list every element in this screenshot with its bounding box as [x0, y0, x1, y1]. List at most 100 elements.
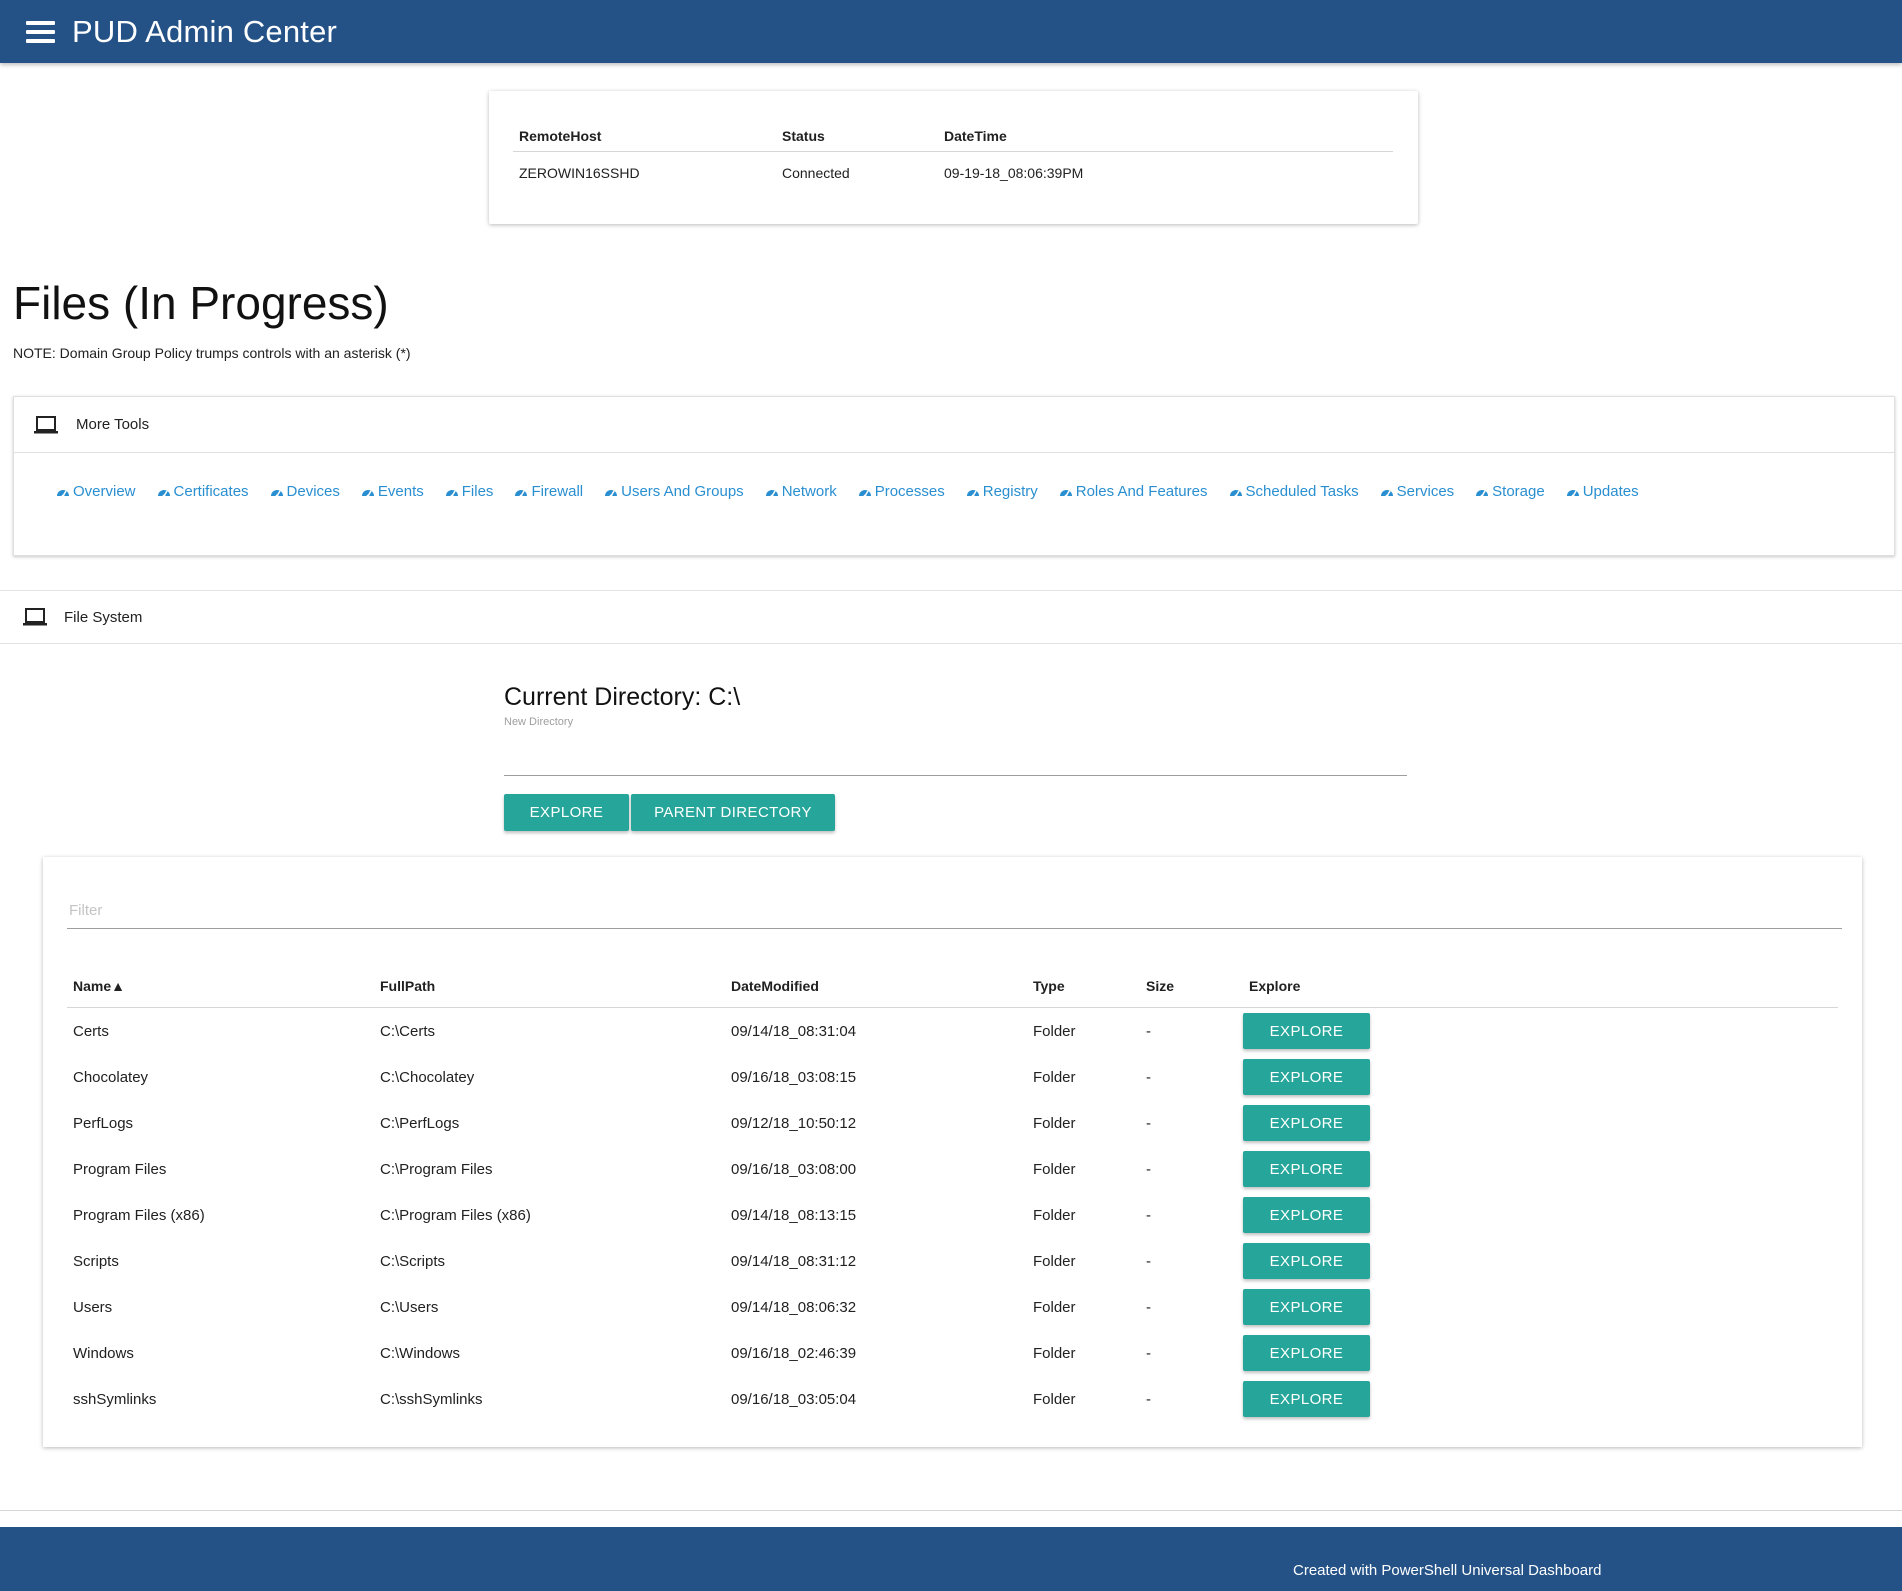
filter-input[interactable]: [67, 892, 1842, 929]
tool-link-firewall[interactable]: Firewall: [514, 483, 583, 500]
footer-credit: Created with PowerShell Universal Dashbo…: [1293, 1562, 1602, 1579]
file-system-title: File System: [64, 608, 143, 626]
table-row: ZEROWIN16SSHD Connected 09-19-18_08:06:3…: [513, 152, 1393, 195]
tool-link-users-and-groups[interactable]: Users And Groups: [604, 483, 744, 500]
dashboard-gauge-icon: [270, 489, 283, 497]
tool-link-storage[interactable]: Storage: [1475, 483, 1545, 500]
table-row: Windows C:\Windows 09/16/18_02:46:39 Folder…: [67, 1330, 1838, 1376]
date-modified-cell: 09/14/18_08:06:32: [731, 1298, 857, 1316]
status-cell: Connected: [782, 165, 850, 181]
explore-cell: EXPLORE: [1243, 1330, 1838, 1376]
app-title: PUD Admin Center: [72, 13, 338, 49]
fullpath-cell: C:\sshSymlinks: [380, 1390, 483, 1408]
fullpath-cell: C:\Program Files (x86): [380, 1206, 531, 1224]
dashboard-gauge-icon: [1476, 489, 1489, 497]
tool-link-network[interactable]: Network: [765, 483, 837, 500]
tool-link-files[interactable]: Files: [445, 483, 494, 500]
date-modified-cell: 09/16/18_03:08:00: [731, 1160, 857, 1178]
tool-link-label: Updates: [1582, 483, 1639, 500]
dashboard-gauge-icon: [1566, 489, 1579, 497]
date-modified-cell: 09/14/18_08:31:04: [731, 1022, 857, 1040]
dashboard-gauge-icon: [966, 489, 979, 497]
row-explore-button[interactable]: EXPLORE: [1243, 1289, 1370, 1325]
dashboard-gauge-icon: [515, 489, 528, 497]
type-cell: Folder: [1033, 1206, 1076, 1224]
tool-link-devices[interactable]: Devices: [270, 483, 340, 500]
dashboard-gauge-icon: [765, 489, 778, 497]
explore-cell: EXPLORE: [1243, 1054, 1838, 1100]
tool-link-events[interactable]: Events: [361, 483, 424, 500]
tool-link-label: Certificates: [173, 483, 249, 500]
date-modified-cell: 09/12/18_10:50:12: [731, 1114, 857, 1132]
parent-directory-button[interactable]: PARENT DIRECTORY: [631, 794, 835, 831]
tool-link-scheduled-tasks[interactable]: Scheduled Tasks: [1229, 483, 1359, 500]
explore-cell: EXPLORE: [1243, 1192, 1838, 1238]
name-cell: Program Files (x86): [73, 1206, 205, 1224]
size-cell: -: [1146, 1252, 1151, 1270]
new-directory-input[interactable]: [504, 735, 1407, 776]
tool-link-label: Files: [461, 483, 494, 500]
fullpath-cell: C:\Program Files: [380, 1160, 493, 1178]
name-cell: PerfLogs: [73, 1114, 134, 1132]
column-header-fullpath[interactable]: FullPath: [374, 964, 725, 1008]
tool-link-services[interactable]: Services: [1380, 483, 1454, 500]
row-explore-button[interactable]: EXPLORE: [1243, 1381, 1370, 1417]
explore-cell: EXPLORE: [1243, 1008, 1838, 1055]
tool-link-label: Registry: [982, 483, 1038, 500]
date-modified-cell: 09/16/18_03:05:04: [731, 1390, 857, 1408]
type-cell: Folder: [1033, 1114, 1076, 1132]
explore-cell: EXPLORE: [1243, 1146, 1838, 1192]
table-row: Chocolatey C:\Chocolatey 09/16/18_03:08:15…: [67, 1054, 1838, 1100]
more-tools-title: More Tools: [76, 416, 150, 433]
app-header: PUD Admin Center: [0, 0, 1902, 63]
table-row: Program Files C:\Program Files 09/16/18_03…: [67, 1146, 1838, 1192]
connection-table: RemoteHost Status DateTime ZEROWIN16SSHD…: [513, 121, 1393, 194]
row-explore-button[interactable]: EXPLORE: [1243, 1335, 1370, 1371]
date-modified-cell: 09/16/18_02:46:39: [731, 1344, 857, 1362]
table-row: PerfLogs C:\PerfLogs 09/12/18_10:50:12 Fold…: [67, 1100, 1838, 1146]
tool-link-label: Firewall: [531, 483, 584, 500]
tool-link-label: Overview: [73, 483, 136, 500]
row-explore-button[interactable]: EXPLORE: [1243, 1059, 1370, 1095]
datetime-cell: 09-19-18_08:06:39PM: [944, 165, 1084, 181]
current-directory-heading: Current Directory: C:\: [504, 683, 741, 711]
tool-link-certificates[interactable]: Certificates: [157, 483, 249, 500]
column-header-type[interactable]: Type: [1027, 964, 1140, 1008]
row-explore-button[interactable]: EXPLORE: [1243, 1197, 1370, 1233]
size-cell: -: [1146, 1206, 1151, 1224]
dashboard-gauge-icon: [858, 489, 871, 497]
row-explore-button[interactable]: EXPLORE: [1243, 1151, 1370, 1187]
table-row: sshSymlinks C:\sshSymlinks 09/16/18_03:05:…: [67, 1376, 1838, 1422]
name-cell: Windows: [73, 1344, 134, 1362]
row-explore-button[interactable]: EXPLORE: [1243, 1105, 1370, 1141]
dashboard-gauge-icon: [157, 489, 170, 497]
table-row: Program Files (x86) C:\Program Files (x86…: [67, 1192, 1838, 1238]
type-cell: Folder: [1033, 1022, 1076, 1040]
column-header-datetime: DateTime: [938, 121, 1393, 152]
connection-card: RemoteHost Status DateTime ZEROWIN16SSHD…: [489, 91, 1418, 224]
tool-link-registry[interactable]: Registry: [966, 483, 1038, 500]
tool-link-updates[interactable]: Updates: [1566, 483, 1639, 500]
tool-link-label: Processes: [874, 483, 945, 500]
hamburger-menu-icon[interactable]: [26, 20, 55, 44]
column-header-datemodified[interactable]: DateModified: [725, 964, 1027, 1008]
type-cell: Folder: [1033, 1068, 1076, 1086]
tool-link-processes[interactable]: Processes: [858, 483, 945, 500]
tool-link-label: Scheduled Tasks: [1245, 483, 1359, 500]
row-explore-button[interactable]: EXPLORE: [1243, 1013, 1370, 1049]
size-cell: -: [1146, 1068, 1151, 1086]
column-header-size[interactable]: Size: [1140, 964, 1243, 1008]
column-header-name[interactable]: Name▲: [67, 964, 374, 1008]
fullpath-cell: C:\Scripts: [380, 1252, 446, 1270]
tool-link-overview[interactable]: Overview: [56, 483, 136, 500]
tool-link-roles-and-features[interactable]: Roles And Features: [1059, 483, 1208, 500]
row-explore-button[interactable]: EXPLORE: [1243, 1243, 1370, 1279]
files-grid-card: Name▲ FullPath DateModified Type Size Ex…: [43, 857, 1862, 1447]
more-tools-header: More Tools: [14, 397, 1894, 453]
column-header-explore: Explore: [1243, 964, 1838, 1008]
explore-cell: EXPLORE: [1243, 1284, 1838, 1330]
explore-button[interactable]: EXPLORE: [504, 794, 629, 831]
fullpath-cell: C:\Windows: [380, 1344, 461, 1362]
tool-link-label: Events: [377, 483, 424, 500]
table-row: Scripts C:\Scripts 09/14/18_08:31:12 Folder…: [67, 1238, 1838, 1284]
